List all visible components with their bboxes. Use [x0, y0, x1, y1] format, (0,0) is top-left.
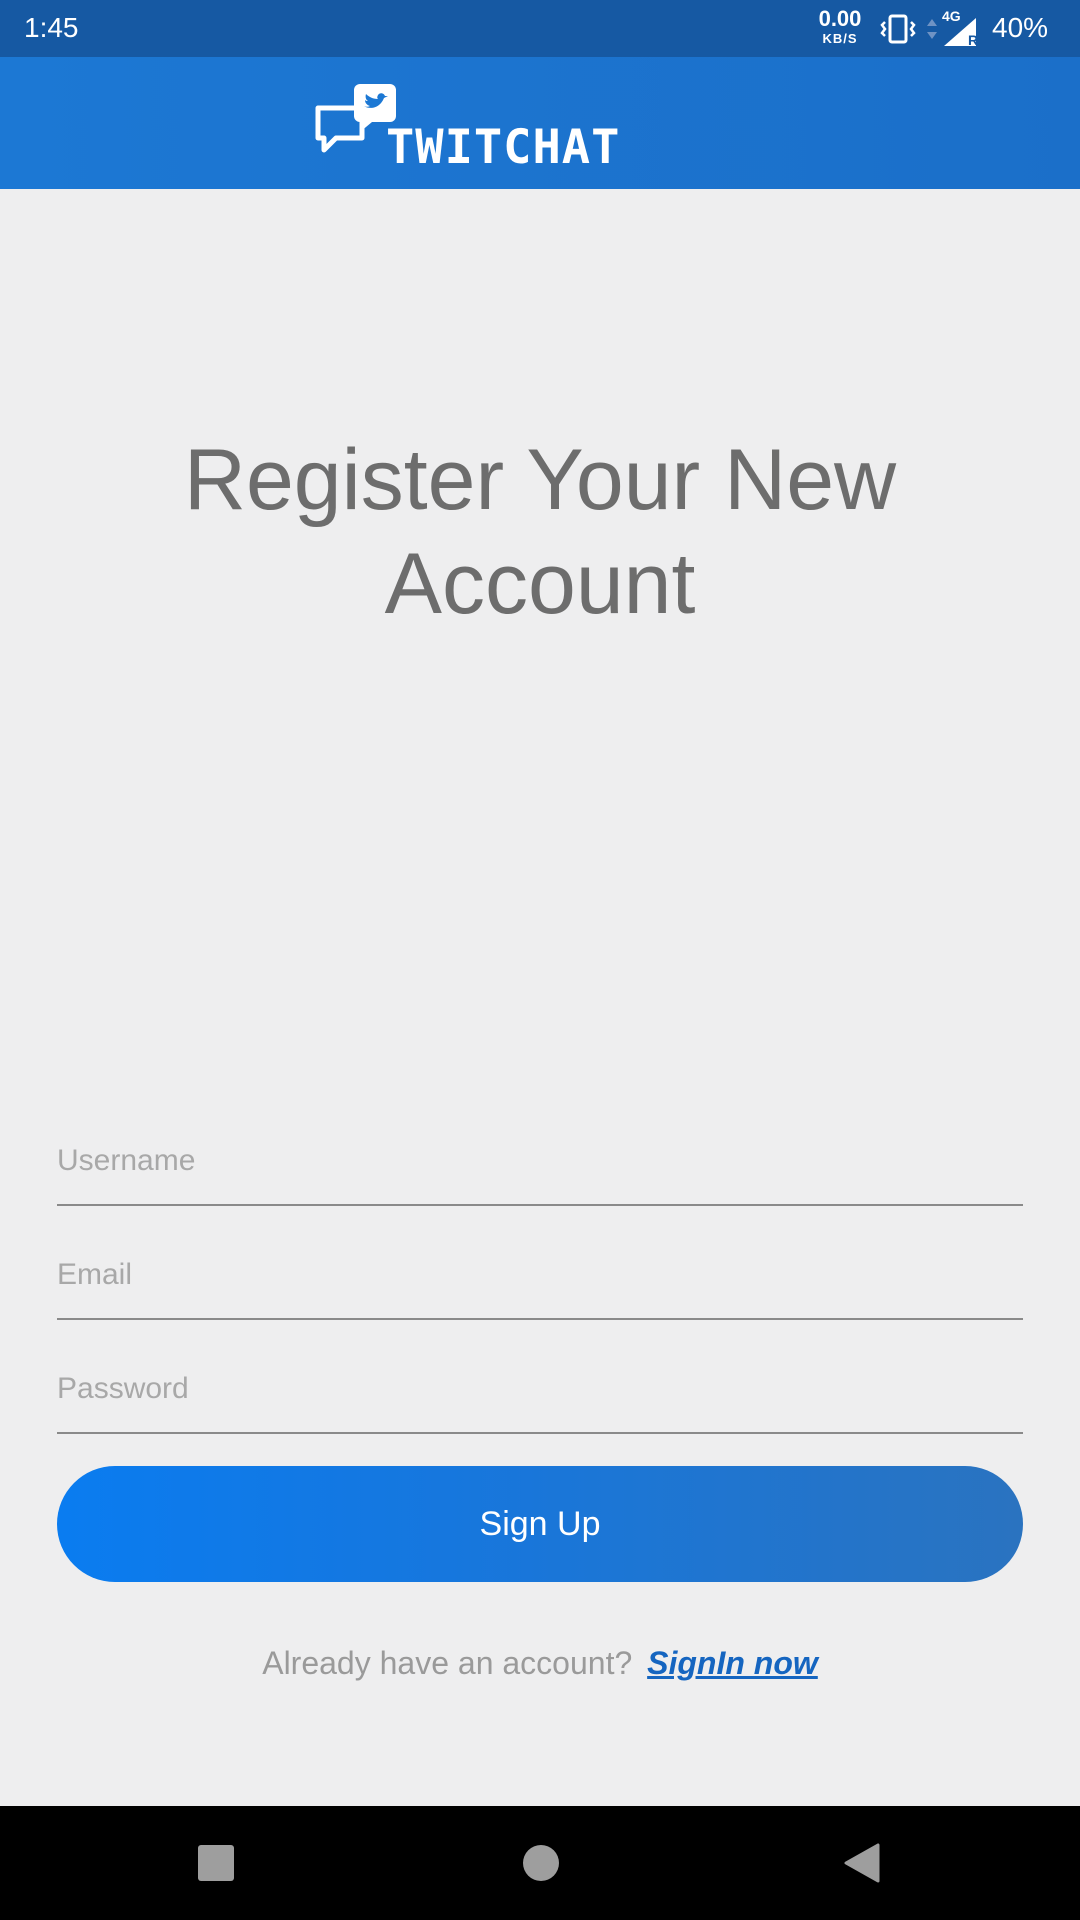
network-speed: 0.00 KB/S	[812, 6, 868, 46]
signal-icon: 4G R	[942, 8, 979, 48]
app-logo-text: TWITCHAT	[386, 120, 621, 175]
system-nav-bar	[0, 1806, 1080, 1920]
vibrate-icon	[880, 14, 916, 44]
signin-link[interactable]: SignIn now	[647, 1645, 818, 1681]
sign-up-button[interactable]: Sign Up	[57, 1466, 1023, 1582]
page-title: Register Your New Account	[183, 432, 897, 632]
username-input[interactable]	[57, 1118, 1023, 1206]
email-input[interactable]	[57, 1232, 1023, 1320]
recents-icon[interactable]	[198, 1845, 234, 1881]
status-time: 1:45	[24, 12, 79, 43]
data-arrows-icon	[927, 19, 937, 39]
network-speed-unit: KB/S	[822, 31, 858, 46]
password-input[interactable]	[57, 1346, 1023, 1434]
network-type-label: 4G	[942, 8, 961, 24]
battery-percent: 40%	[992, 12, 1049, 43]
network-speed-rate: 0.00	[818, 6, 862, 31]
status-bar: 1:45 0.00 KB/S 4G R 40%	[0, 0, 1080, 57]
roaming-label: R	[968, 32, 979, 48]
app-logo: TWITCHAT	[314, 80, 644, 175]
home-icon[interactable]	[523, 1845, 559, 1881]
back-icon[interactable]	[844, 1843, 880, 1883]
signin-prompt-row: Already have an account? SignIn now	[0, 1645, 1080, 1682]
signin-prompt-text: Already have an account?	[262, 1645, 633, 1681]
